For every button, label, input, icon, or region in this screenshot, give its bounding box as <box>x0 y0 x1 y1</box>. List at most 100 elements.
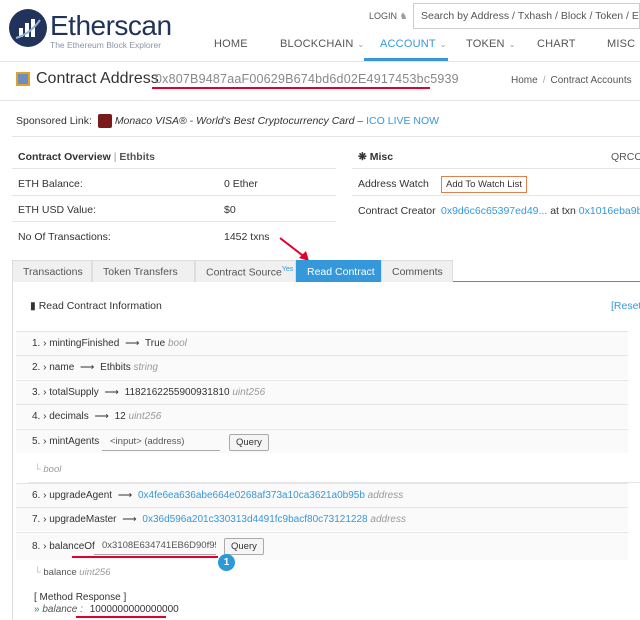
contract-icon <box>16 72 30 86</box>
breadcrumb: Home / Contract Accounts <box>511 75 632 86</box>
nav-account[interactable]: ACCOUNT ⌄ <box>380 38 447 50</box>
row-number: 7. <box>32 514 41 525</box>
function-value: True <box>145 338 166 349</box>
sponsored-tagline: - World's Best Cryptocurrency Card – <box>186 114 367 127</box>
sponsored-name[interactable]: Monaco VISA® <box>115 115 187 127</box>
output-type: bool <box>43 464 62 475</box>
divider <box>352 195 640 196</box>
row-upgradeMaster: 7. › upgradeMaster ⟶ 0x36d596a201c330313… <box>32 514 406 525</box>
creator-txn-link[interactable]: 0x1016eba9ba622d <box>579 205 640 217</box>
contract-row: 6. › upgradeAgent ⟶ 0x4fe6ea636abe664e02… <box>16 483 628 507</box>
chevron-down-icon: ⌄ <box>439 40 447 49</box>
login-link[interactable]: LOGIN ♞ <box>369 11 408 22</box>
overview-name: Ethbits <box>119 151 155 163</box>
breadcrumb-contract-accounts[interactable]: Contract Accounts <box>550 75 631 86</box>
page-title: Contract Address <box>36 70 159 87</box>
function-type: uint256 <box>128 411 162 422</box>
nav-misc[interactable]: MISC <box>607 38 635 50</box>
row-number: 5. <box>32 436 41 447</box>
mintAgents-query-button[interactable]: Query <box>229 434 269 451</box>
divider <box>12 136 640 137</box>
function-name: mintingFinished <box>49 338 120 349</box>
user-icon: ♞ <box>399 11 408 21</box>
row-mintingFinished: 1. › mintingFinished ⟶ True bool <box>32 338 187 349</box>
contract-creator-value: 0x9d6c6c65397ed49... at txn 0x1016eba9ba… <box>441 205 640 217</box>
annotation-underline-response <box>76 616 166 618</box>
add-to-watch-list-button[interactable]: Add To Watch List <box>441 176 528 193</box>
contract-row: 4. › decimals ⟶ 12 uint256 <box>16 404 628 428</box>
nav-home[interactable]: HOME <box>214 38 248 50</box>
tab-transactions[interactable]: Transactions <box>12 260 92 282</box>
arrow-right-icon: ⟶ <box>125 338 140 349</box>
contract-tabs: Transactions Token Transfers Contract So… <box>12 260 640 282</box>
breadcrumb-home[interactable]: Home <box>511 75 538 86</box>
method-response: » balance : 1000000000000000 <box>34 604 179 615</box>
contract-row: 3. › totalSupply ⟶ 1182162255900931810 u… <box>16 380 628 404</box>
function-value-link[interactable]: 0x36d596a201c330313d4491fc9bacf80c731212… <box>142 514 367 525</box>
arrow-right-icon: ⟶ <box>117 490 133 501</box>
qrcode-link[interactable]: QRCOD <box>611 151 640 163</box>
annotation-underline-address <box>152 87 430 89</box>
contract-creator-label: Contract Creator <box>358 205 436 217</box>
contract-address[interactable]: 0x807B9487aaF00629B674bd6d02E4917453bc59… <box>155 72 459 86</box>
arrow-right-icon: ⟶ <box>94 411 109 422</box>
row-number: 3. <box>32 387 41 398</box>
function-name: decimals <box>49 411 89 422</box>
function-value: Ethbits <box>100 362 131 373</box>
reset-link[interactable]: [Reset] <box>611 300 640 312</box>
tree-corner-icon: └ <box>34 567 41 578</box>
row-number: 6. <box>32 490 41 501</box>
address-watch-label: Address Watch <box>358 178 429 190</box>
tab-read-contract[interactable]: Read Contract <box>296 260 381 282</box>
gears-icon: ❋ <box>358 151 367 163</box>
row-name: 2. › name ⟶ Ethbits string <box>32 362 158 373</box>
output-name: balance <box>43 567 77 578</box>
divider <box>12 221 336 222</box>
nav-token[interactable]: TOKEN ⌄ <box>466 38 516 50</box>
eth-usd-value: $0 <box>224 204 236 216</box>
balanceOf-input[interactable]: 0x3108E634741EB6D90f95a <box>94 538 216 555</box>
sponsored-link[interactable]: Sponsored Link: Monaco VISA® - World's B… <box>16 114 439 128</box>
row-upgradeAgent: 6. › upgradeAgent ⟶ 0x4fe6ea636abe664e02… <box>32 490 404 501</box>
tree-corner-icon: └ <box>34 464 41 475</box>
login-label: LOGIN <box>369 11 398 21</box>
txns-label: No Of Transactions: <box>18 231 111 243</box>
balanceOf-query-button[interactable]: Query <box>224 538 264 555</box>
etherscan-logo-icon[interactable] <box>8 8 48 48</box>
arrow-right-icon: ⟶ <box>104 387 119 398</box>
site-header: Etherscan The Ethereum Block Explorer LO… <box>0 0 640 62</box>
creator-address-link[interactable]: 0x9d6c6c65397ed49... <box>441 205 547 217</box>
function-name: upgradeMaster <box>49 514 117 525</box>
overview-title: Contract Overview <box>18 151 111 163</box>
logo-title[interactable]: Etherscan <box>50 10 172 42</box>
eth-balance-label: ETH Balance: <box>18 178 83 190</box>
read-contract-title: Read Contract Information <box>38 300 162 312</box>
contract-row: 1. › mintingFinished ⟶ True bool <box>16 331 628 355</box>
page-title-bar: Contract Address 0x807B9487aaF00629B674b… <box>0 63 640 101</box>
nav-blockchain[interactable]: BLOCKCHAIN ⌄ <box>280 38 364 50</box>
balanceOf-output: └ balance uint256 <box>34 567 110 578</box>
nav-active-indicator <box>364 58 448 61</box>
nav-chart[interactable]: CHART <box>537 38 576 50</box>
tab-comments[interactable]: Comments <box>381 260 453 282</box>
function-name: balanceOf <box>49 541 95 552</box>
tab-token-transfers[interactable]: Token Transfers <box>92 260 195 282</box>
divider <box>352 168 640 169</box>
method-response-title: [ Method Response ] <box>34 592 127 603</box>
tab-contract-source[interactable]: Contract SourceYes <box>195 260 296 282</box>
function-value-link[interactable]: 0x4fe6ea636abe664e0268af373a10ca3621a0b9… <box>138 490 365 501</box>
function-value: 1182162255900931810 <box>124 387 230 398</box>
chevron-down-icon: ⌄ <box>508 40 516 49</box>
function-value: 12 <box>114 411 126 422</box>
contract-row: 2. › name ⟶ Ethbits string <box>16 355 628 379</box>
search-input[interactable]: Search by Address / Txhash / Block / Tok… <box>413 3 640 29</box>
row-decimals: 4. › decimals ⟶ 12 uint256 <box>32 411 162 422</box>
divider <box>12 168 336 169</box>
nav-account-label: ACCOUNT <box>380 38 436 50</box>
response-value: 1000000000000000 <box>89 604 179 615</box>
function-name: name <box>49 362 75 373</box>
sponsored-cta[interactable]: ICO LIVE NOW <box>366 115 439 127</box>
txns-value[interactable]: 1452 txns <box>224 231 270 243</box>
mintAgents-input[interactable]: <input> (address) <box>102 434 220 451</box>
read-contract-heading: ▮ Read Contract Information <box>30 300 162 312</box>
